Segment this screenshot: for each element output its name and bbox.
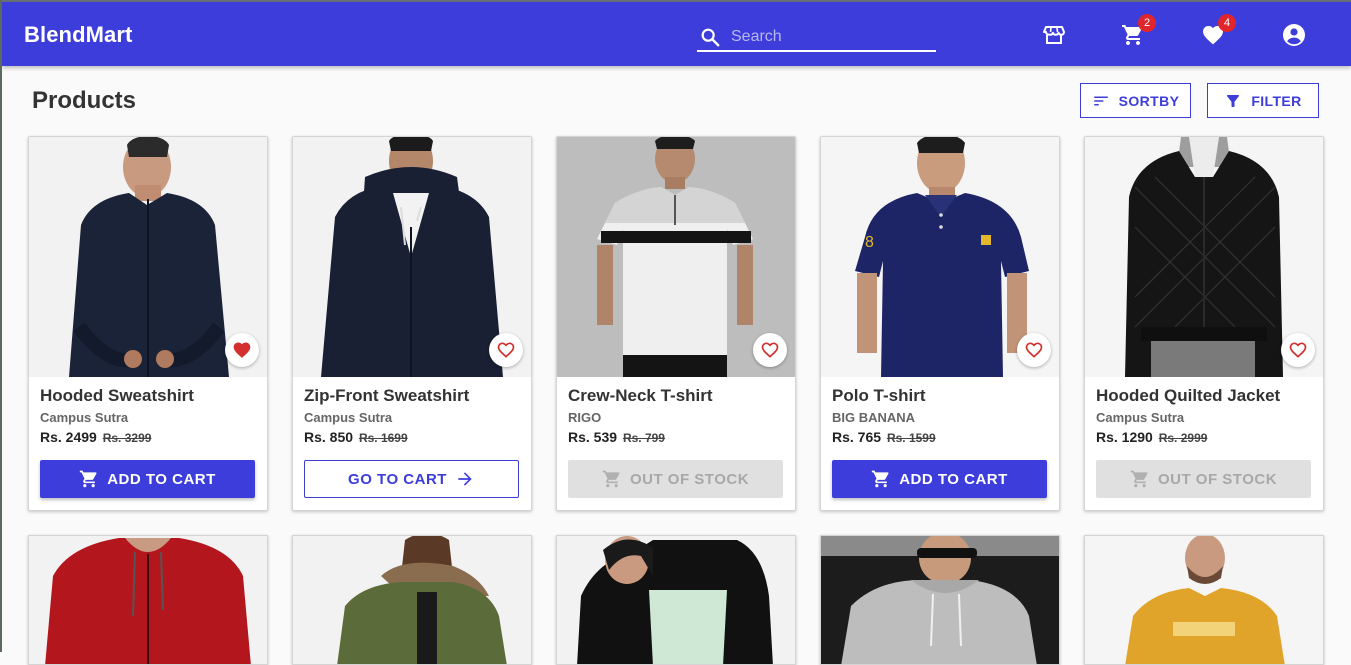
heart-outline-icon bbox=[1289, 342, 1307, 358]
account-button[interactable] bbox=[1281, 22, 1307, 48]
cart-icon bbox=[602, 470, 620, 488]
cart-icon bbox=[80, 470, 97, 488]
product-name[interactable]: Hooded Sweatshirt bbox=[40, 386, 194, 406]
store-icon bbox=[1043, 26, 1065, 44]
wishlist-toggle[interactable] bbox=[1017, 333, 1051, 367]
product-image[interactable] bbox=[557, 536, 795, 665]
brand-logo[interactable]: BlendMart bbox=[24, 22, 132, 48]
product-brand: BIG BANANA bbox=[832, 410, 916, 425]
product-price: Rs. 539 Rs. 799 bbox=[568, 429, 665, 445]
product-price: Rs. 2499 Rs. 3299 bbox=[40, 429, 151, 445]
go-to-cart-button[interactable]: GO TO CART bbox=[304, 460, 519, 498]
current-price: Rs. 2499 bbox=[40, 429, 97, 445]
cart-icon bbox=[1130, 470, 1148, 488]
account-icon bbox=[1283, 24, 1305, 46]
filter-label: FILTER bbox=[1251, 92, 1302, 109]
heart-outline-icon bbox=[761, 342, 779, 358]
search-input[interactable] bbox=[729, 26, 933, 47]
product-card[interactable] bbox=[1084, 535, 1324, 665]
button-label: OUT OF STOCK bbox=[629, 470, 750, 488]
original-price: Rs. 799 bbox=[622, 431, 665, 445]
original-price: Rs. 3299 bbox=[102, 431, 152, 445]
product-name[interactable]: Crew-Neck T-shirt bbox=[568, 386, 713, 406]
filter-button[interactable]: FILTER bbox=[1207, 83, 1319, 118]
product-name[interactable]: Zip-Front Sweatshirt bbox=[304, 386, 469, 406]
wishlist-toggle[interactable] bbox=[225, 333, 259, 367]
original-price: Rs. 1699 bbox=[358, 431, 408, 445]
wishlist-toggle[interactable] bbox=[489, 333, 523, 367]
wishlist-toggle[interactable] bbox=[1281, 333, 1315, 367]
search-icon bbox=[701, 28, 720, 46]
wishlist-count-badge: 4 bbox=[1218, 14, 1236, 32]
product-card[interactable]: Zip-Front Sweatshirt Campus Sutra Rs. 85… bbox=[292, 136, 532, 511]
current-price: Rs. 850 bbox=[304, 429, 354, 445]
out-of-stock-button[interactable]: OUT OF STOCK bbox=[1096, 460, 1311, 498]
button-label: GO TO CART bbox=[348, 470, 447, 488]
button-label: ADD TO CART bbox=[107, 470, 216, 488]
product-card[interactable] bbox=[820, 535, 1060, 665]
add-to-cart-button[interactable]: ADD TO CART bbox=[832, 460, 1047, 498]
add-to-cart-button[interactable]: ADD TO CART bbox=[40, 460, 255, 498]
product-card[interactable] bbox=[556, 535, 796, 665]
store-button[interactable] bbox=[1041, 22, 1067, 48]
product-brand: Campus Sutra bbox=[1096, 410, 1185, 425]
wishlist-toggle[interactable] bbox=[753, 333, 787, 367]
heart-filled-icon bbox=[233, 342, 251, 358]
app-bar: BlendMart 2 4 bbox=[2, 2, 1351, 66]
filter-icon bbox=[1227, 94, 1240, 107]
original-price: Rs. 1599 bbox=[886, 431, 936, 445]
cart-icon bbox=[872, 470, 889, 488]
product-card[interactable]: Crew-Neck T-shirt RIGO Rs. 539 Rs. 799 O… bbox=[556, 136, 796, 511]
product-image[interactable] bbox=[821, 536, 1059, 665]
sortby-button[interactable]: SORTBY bbox=[1080, 83, 1191, 118]
product-brand: Campus Sutra bbox=[40, 410, 129, 425]
product-name[interactable]: Hooded Quilted Jacket bbox=[1096, 386, 1280, 406]
product-image[interactable] bbox=[29, 536, 267, 665]
product-image[interactable] bbox=[1085, 536, 1323, 665]
product-card[interactable] bbox=[28, 535, 268, 665]
current-price: Rs. 765 bbox=[832, 429, 882, 445]
button-label: ADD TO CART bbox=[899, 470, 1008, 488]
product-card[interactable]: Hooded Sweatshirt Campus Sutra Rs. 2499 … bbox=[28, 136, 268, 511]
button-label: OUT OF STOCK bbox=[1157, 470, 1278, 488]
sortby-label: SORTBY bbox=[1118, 92, 1180, 109]
product-price: Rs. 765 Rs. 1599 bbox=[832, 429, 936, 445]
original-price: Rs. 2999 bbox=[1158, 431, 1208, 445]
product-image[interactable] bbox=[293, 536, 531, 665]
product-card[interactable]: 8 Polo T-shirt BIG BANANA Rs. 765 Rs. 15… bbox=[820, 136, 1060, 511]
product-price: Rs. 850 Rs. 1699 bbox=[304, 429, 408, 445]
out-of-stock-button[interactable]: OUT OF STOCK bbox=[568, 460, 783, 498]
product-brand: Campus Sutra bbox=[304, 410, 393, 425]
wishlist-button[interactable]: 4 bbox=[1200, 14, 1236, 48]
product-price: Rs. 1290 Rs. 2999 bbox=[1096, 429, 1207, 445]
product-name[interactable]: Polo T-shirt bbox=[832, 386, 926, 406]
product-brand: RIGO bbox=[568, 410, 602, 425]
current-price: Rs. 539 bbox=[568, 429, 618, 445]
page-title: Products bbox=[32, 87, 137, 114]
search-box bbox=[697, 23, 936, 52]
heart-outline-icon bbox=[497, 342, 515, 358]
current-price: Rs. 1290 bbox=[1096, 429, 1153, 445]
window-left-border bbox=[0, 0, 2, 652]
svg-text:8: 8 bbox=[865, 234, 874, 251]
sort-icon bbox=[1093, 96, 1108, 105]
cart-button[interactable]: 2 bbox=[1120, 14, 1156, 48]
heart-outline-icon bbox=[1025, 342, 1043, 358]
product-card[interactable]: Hooded Quilted Jacket Campus Sutra Rs. 1… bbox=[1084, 136, 1324, 511]
cart-count-badge: 2 bbox=[1138, 14, 1156, 32]
product-card[interactable] bbox=[292, 535, 532, 665]
arrow-right-icon bbox=[458, 472, 472, 486]
